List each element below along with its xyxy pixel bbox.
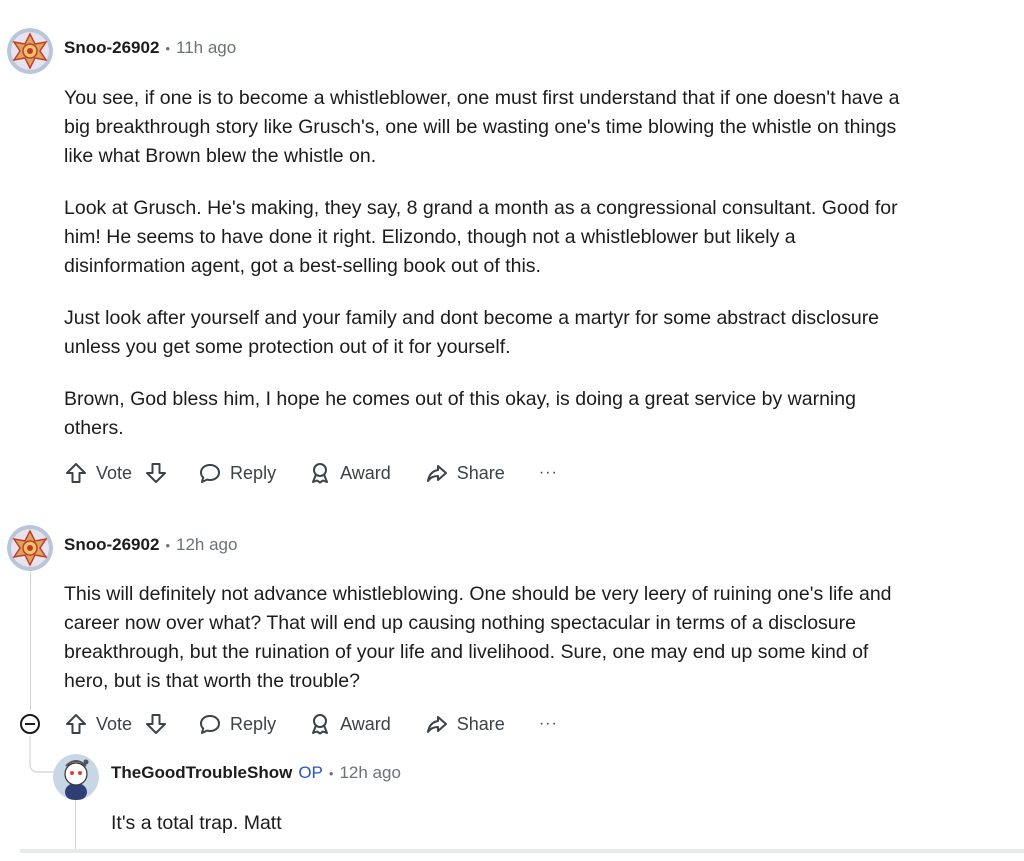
vote-label: Vote — [96, 713, 133, 734]
share-icon — [426, 716, 447, 733]
more-icon: ··· — [538, 715, 558, 732]
vote-label: Vote — [96, 462, 133, 483]
share-icon — [426, 465, 447, 482]
author-name[interactable]: TheGoodTroubleShow — [111, 763, 292, 783]
upvote-button[interactable]: Vote — [64, 461, 132, 485]
timestamp[interactable]: 12h ago — [339, 763, 400, 783]
more-options-button[interactable]: ··· — [539, 464, 558, 482]
author-name[interactable]: Snoo-26902 — [64, 535, 159, 555]
collapse-thread-button[interactable] — [20, 714, 40, 734]
avatar[interactable] — [7, 28, 53, 74]
comment-actions: Vote Reply Award Share ··· — [64, 712, 580, 736]
comment-paragraph: Just look after yourself and your family… — [64, 307, 880, 358]
reply-label: Reply — [230, 713, 277, 734]
timestamp[interactable]: 12h ago — [176, 535, 237, 555]
award-button[interactable]: Award — [308, 461, 391, 485]
separator-dot: • — [328, 765, 334, 781]
thread-line — [75, 800, 76, 853]
reply-icon — [200, 715, 221, 734]
collapse-icon — [25, 723, 35, 725]
share-button[interactable]: Share — [425, 712, 505, 736]
thread-line — [30, 572, 31, 710]
scroll-shadow — [20, 849, 1024, 853]
comment-actions: Vote Reply Award Share ··· — [64, 461, 580, 485]
share-label: Share — [456, 462, 505, 483]
comment-paragraph: It's a total trap. Matt — [111, 812, 282, 834]
separator-dot: • — [165, 537, 170, 553]
comment-meta: Snoo-26902 • 12h ago — [64, 535, 237, 555]
avatar[interactable] — [7, 525, 53, 571]
comment-paragraph: You see, if one is to become a whistlebl… — [64, 87, 900, 167]
comment-body: You see, if one is to become a whistlebl… — [64, 84, 914, 466]
comment-body: It's a total trap. Matt — [111, 809, 911, 861]
downvote-button[interactable] — [144, 461, 168, 485]
comment-paragraph: Brown, God bless him, I hope he comes ou… — [64, 388, 856, 439]
award-icon — [312, 463, 329, 484]
award-label: Award — [340, 713, 391, 734]
upvote-button[interactable]: Vote — [64, 712, 132, 736]
comment-paragraph: Look at Grusch. He's making, they say, 8… — [64, 197, 898, 277]
separator-dot: • — [165, 40, 170, 56]
more-options-button[interactable]: ··· — [539, 715, 558, 733]
reply-icon — [200, 464, 221, 483]
downvote-icon — [146, 463, 167, 483]
upvote-icon — [66, 714, 86, 734]
timestamp[interactable]: 11h ago — [176, 38, 236, 58]
reply-button[interactable]: Reply — [198, 461, 276, 485]
share-label: Share — [456, 713, 505, 734]
more-icon: ··· — [538, 464, 558, 481]
comment-paragraph: This will definitely not advance whistle… — [64, 583, 892, 692]
op-badge: OP — [298, 763, 323, 782]
award-icon — [312, 714, 329, 735]
upvote-icon — [66, 463, 86, 483]
award-button[interactable]: Award — [308, 712, 391, 736]
comment-meta: Snoo-26902 • 11h ago — [64, 38, 236, 58]
comment-body: This will definitely not advance whistle… — [64, 580, 914, 719]
award-label: Award — [340, 462, 391, 483]
share-button[interactable]: Share — [425, 461, 505, 485]
downvote-icon — [146, 714, 167, 734]
comment-meta: TheGoodTroubleShow OP • 12h ago — [111, 763, 401, 783]
avatar[interactable] — [53, 754, 99, 800]
reply-label: Reply — [230, 462, 277, 483]
reply-button[interactable]: Reply — [198, 712, 276, 736]
author-name[interactable]: Snoo-26902 — [64, 38, 159, 58]
downvote-button[interactable] — [144, 712, 168, 736]
